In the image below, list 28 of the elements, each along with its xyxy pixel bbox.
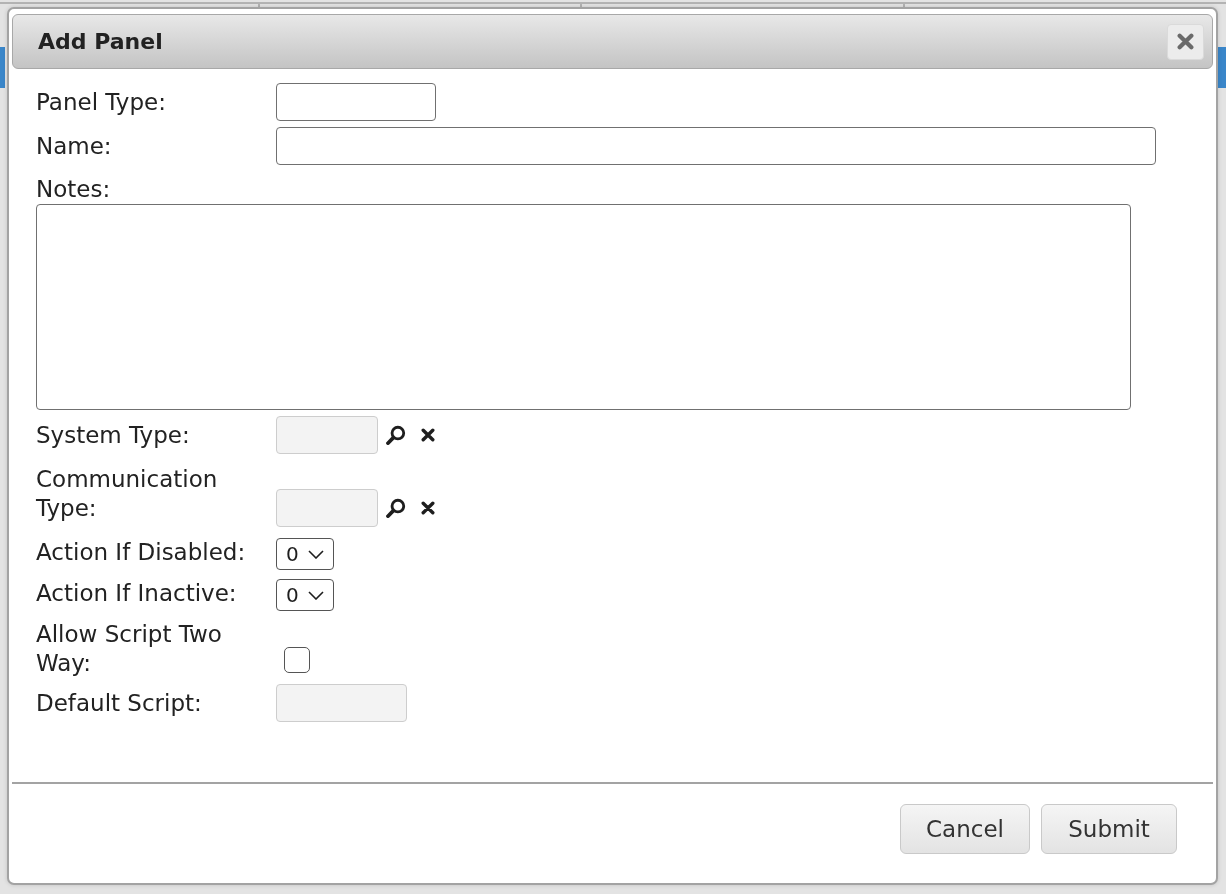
text-field[interactable] xyxy=(276,83,436,121)
close-button[interactable] xyxy=(1167,23,1204,60)
search-icon[interactable] xyxy=(386,425,406,445)
notes-field[interactable] xyxy=(36,204,1131,410)
field-label: Panel Type: xyxy=(36,88,167,117)
search-icon[interactable] xyxy=(386,498,406,518)
chevron-down-icon xyxy=(307,549,324,559)
highlighted-row-edge xyxy=(0,47,5,88)
chevron-down-icon xyxy=(307,590,324,600)
checkbox[interactable] xyxy=(284,647,310,673)
text-field[interactable] xyxy=(276,127,1156,165)
clear-icon[interactable] xyxy=(421,501,435,515)
field-label: System Type: xyxy=(36,421,191,450)
field-label: Notes: xyxy=(36,175,112,204)
clear-icon[interactable] xyxy=(421,428,435,442)
field-label: Allow Script Two Way: xyxy=(36,620,223,678)
field-label: Action If Disabled: xyxy=(36,538,247,567)
field-label: Communication Type: xyxy=(36,465,219,523)
field-label: Name: xyxy=(36,132,113,161)
close-icon xyxy=(1177,33,1194,50)
dialog-button[interactable]: Submit xyxy=(1041,804,1177,854)
dropdown[interactable]: 0 xyxy=(276,579,334,611)
field-label: Action If Inactive: xyxy=(36,579,238,608)
dialog-button[interactable]: Cancel xyxy=(900,804,1030,854)
field-label: Default Script: xyxy=(36,689,203,718)
dropdown[interactable]: 0 xyxy=(276,538,334,570)
highlighted-row-edge xyxy=(1218,47,1226,88)
dialog-title: Add Panel xyxy=(38,28,163,56)
